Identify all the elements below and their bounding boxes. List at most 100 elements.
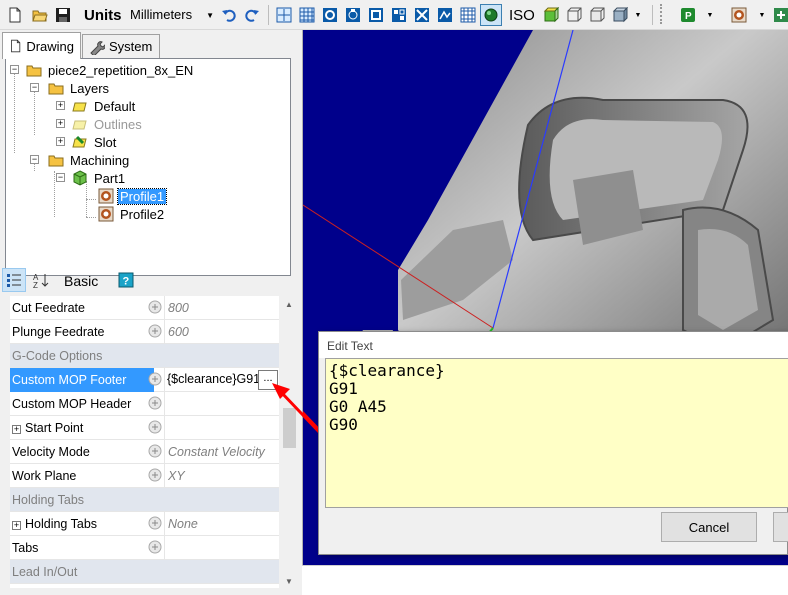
pin-icon[interactable]	[148, 324, 162, 341]
property-name-text: Tabs	[12, 541, 39, 555]
post-processor-icon: P	[681, 8, 695, 22]
basic-mode-label[interactable]: Basic	[64, 273, 98, 289]
property-value: Constant Velocity	[168, 445, 265, 459]
shaded-view-button[interactable]	[480, 4, 502, 26]
expand-icon[interactable]: +	[56, 137, 65, 146]
tree-item-layers[interactable]: − Layers	[30, 79, 111, 97]
dialog-titlebar[interactable]: Edit Text	[319, 332, 788, 358]
grid-property-row[interactable]: Plunge Feedrate 600	[10, 320, 279, 344]
view-side-button[interactable]	[586, 4, 608, 26]
tab-drawing[interactable]: Drawing	[2, 32, 81, 59]
categorized-button[interactable]	[2, 268, 26, 292]
category-label: Holding Tabs	[12, 493, 84, 507]
post-processor-button[interactable]: P	[677, 4, 699, 26]
tree-item-profile1[interactable]: Profile1	[98, 187, 168, 205]
pin-icon[interactable]	[148, 300, 162, 317]
scroll-up-icon[interactable]: ▲	[285, 300, 293, 309]
tree-item-layer-slot[interactable]: + Slot	[56, 133, 118, 151]
grid-category-row[interactable]: Lead In/Out	[10, 560, 279, 584]
tree-item-layer-default[interactable]: + Default	[56, 97, 137, 115]
undo-icon	[222, 9, 236, 22]
expand-icon[interactable]: +	[56, 101, 65, 110]
snap-midpoint-button[interactable]	[388, 4, 410, 26]
tree-item-layer-outlines[interactable]: + Outlines	[56, 115, 144, 133]
grid-property-row[interactable]: Custom MOP Header	[10, 392, 279, 416]
tree-item-part1[interactable]: − Part1	[56, 169, 127, 187]
tab-system-label: System	[109, 39, 153, 54]
show-grid-button[interactable]	[296, 4, 318, 26]
redo-button[interactable]	[241, 4, 263, 26]
svg-text:?: ?	[123, 276, 130, 288]
view-top-button[interactable]	[540, 4, 562, 26]
collapse-icon[interactable]: −	[10, 65, 19, 74]
snap-intersection-button[interactable]	[411, 4, 433, 26]
text-line: {$clearance}	[329, 361, 445, 380]
property-value[interactable]: {$clearance}G91	[167, 372, 261, 386]
save-button[interactable]	[52, 4, 74, 26]
collapse-icon[interactable]: −	[56, 173, 65, 182]
grid-property-row[interactable]: Velocity Mode Constant Velocity	[10, 440, 279, 464]
new-file-button[interactable]	[4, 4, 26, 26]
chevron-down-icon: ▼	[634, 11, 642, 19]
pin-icon[interactable]	[148, 372, 162, 389]
pin-icon[interactable]	[148, 468, 162, 485]
grid-category-row[interactable]: G-Code Options	[10, 344, 279, 368]
property-grid-scrollbar[interactable]: ▲ ▼	[281, 296, 298, 588]
more-button[interactable]	[770, 4, 788, 26]
grid-property-row[interactable]: Tabs	[10, 536, 279, 560]
open-file-button[interactable]	[29, 4, 51, 26]
grid-property-row[interactable]: Cut Feedrate 800	[10, 296, 279, 320]
pin-icon[interactable]	[148, 396, 162, 413]
iso-view-button[interactable]: ISO	[509, 4, 535, 26]
tree-label: Machining	[70, 152, 130, 168]
view-menu-dropdown[interactable]: ▼	[632, 4, 644, 26]
grid-category-row[interactable]: Holding Tabs	[10, 488, 279, 512]
collapse-icon[interactable]: −	[30, 83, 39, 92]
tree-item-root[interactable]: − piece2_repetition_8x_EN	[10, 61, 195, 79]
snap-nearest-button[interactable]	[434, 4, 456, 26]
scroll-down-icon[interactable]: ▼	[285, 577, 293, 586]
snap-endpoint-button[interactable]	[365, 4, 387, 26]
collapse-icon[interactable]: −	[30, 155, 39, 164]
ok-button[interactable]	[773, 512, 788, 542]
grid-property-row[interactable]: Custom MOP Footer {$clearance}G91...	[10, 368, 279, 392]
snap-grid-points-button[interactable]	[457, 4, 479, 26]
units-select[interactable]: Millimeters ▼	[130, 4, 216, 26]
snap-center-button[interactable]	[319, 4, 341, 26]
sort-az-button[interactable]: AZ	[29, 268, 53, 292]
pin-icon[interactable]	[148, 516, 162, 533]
edit-text-area[interactable]: {$clearance} G91 G0 A45 G90	[325, 358, 788, 508]
property-name-text: G-Code Options	[12, 349, 103, 363]
tree-item-profile2[interactable]: Profile2	[98, 205, 166, 223]
grid-property-row[interactable]: + Holding Tabs None	[10, 512, 279, 536]
tab-drawing-label: Drawing	[26, 38, 74, 54]
undo-button[interactable]	[218, 4, 240, 26]
pin-icon[interactable]	[148, 444, 162, 461]
shaded-view-icon	[484, 8, 498, 22]
tree-item-machining[interactable]: − Machining	[30, 151, 131, 169]
layer-icon	[72, 102, 87, 112]
view-front-button[interactable]	[563, 4, 585, 26]
svg-text:Z: Z	[33, 281, 38, 288]
grid-property-row[interactable]: + Start Point	[10, 416, 279, 440]
expand-icon[interactable]: +	[56, 119, 65, 128]
expand-icon[interactable]: +	[12, 425, 21, 434]
property-grid[interactable]: Cut Feedrate 800 Plunge Feedrate 600 G-Code …	[10, 296, 279, 588]
snap-grid-button[interactable]	[273, 4, 295, 26]
pin-icon[interactable]	[148, 540, 162, 557]
snap-quadrant-button[interactable]	[342, 4, 364, 26]
toolpath-button[interactable]	[728, 4, 750, 26]
tree-label: Profile2	[120, 206, 165, 222]
part-cube-icon	[73, 170, 87, 186]
expand-icon[interactable]: +	[12, 521, 21, 530]
view-solid-button[interactable]	[609, 4, 631, 26]
toolpath-dropdown[interactable]: ▼	[756, 4, 768, 26]
pin-icon[interactable]	[148, 420, 162, 437]
post-dropdown[interactable]: ▼	[704, 4, 716, 26]
drawing-tree[interactable]: − piece2_repetition_8x_EN − Layers + Def…	[5, 58, 291, 276]
toolbar-grip[interactable]	[660, 4, 666, 24]
help-button[interactable]: ?	[114, 268, 138, 292]
tab-system[interactable]: System	[82, 34, 160, 58]
cancel-button[interactable]: Cancel	[661, 512, 757, 542]
grid-property-row[interactable]: Work Plane XY	[10, 464, 279, 488]
